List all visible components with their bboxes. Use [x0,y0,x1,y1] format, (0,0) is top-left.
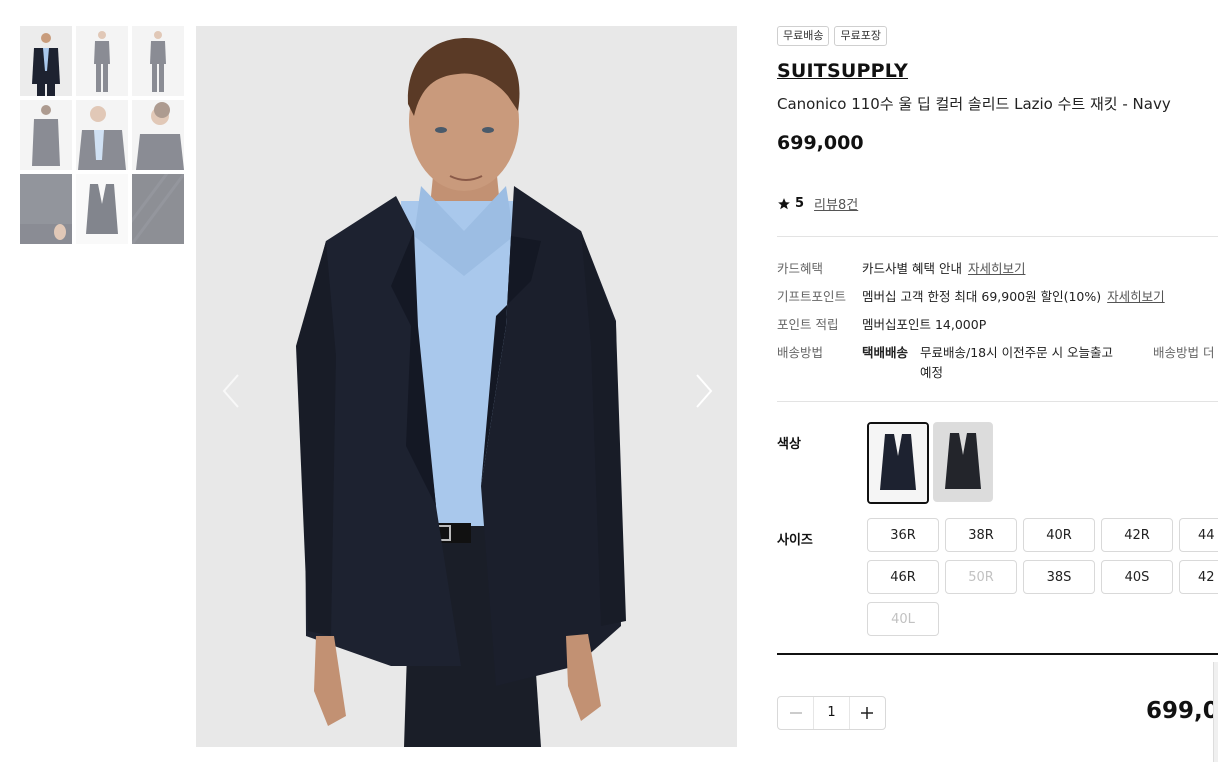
thumbnail-6[interactable] [132,100,184,170]
color-option-charcoal[interactable] [933,422,993,502]
thumbnail-7[interactable] [20,174,72,244]
thumbnail-5[interactable] [76,100,128,170]
size-42R[interactable]: 42R [1101,518,1173,552]
divider [777,401,1218,402]
thumbnail-9[interactable] [132,174,184,244]
size-36R[interactable]: 36R [867,518,939,552]
card-benefit-value-wrap: 카드사별 혜택 안내 자세히보기 [862,258,1025,277]
review-count-link[interactable]: 리뷰8건 [814,194,858,213]
star-icon [778,197,790,209]
quantity-stepper: 1 [777,696,886,730]
gift-point-detail-link[interactable]: 자세히보기 [1107,289,1165,304]
point-earn-label: 포인트 적립 [777,317,839,332]
card-benefit-detail-link[interactable]: 자세히보기 [968,261,1026,276]
model-photo [196,26,737,747]
plus-icon [861,707,874,719]
rating: 5 리뷰8건 [777,194,858,213]
gift-point-label: 기프트포인트 [777,289,847,304]
next-image-button[interactable] [689,371,719,411]
size-38R[interactable]: 38R [945,518,1017,552]
free-shipping-badge: 무료배송 [777,26,830,46]
point-earn-value: 멤버십포인트 14,000P [862,317,987,332]
thumbnail-1[interactable] [20,26,72,96]
thumbnail-3[interactable] [132,26,184,96]
total-price: 699,00 [1146,698,1218,724]
shipping-label: 배송방법 [777,345,824,360]
shipping-info-line1: 무료배송/18시 이전주문 시 오늘출고 [920,345,1114,360]
thumbnail-2[interactable] [76,26,128,96]
card-benefit-value: 카드사별 혜택 안내 [862,261,962,276]
rating-score: 5 [795,196,805,211]
gift-point-value-wrap: 멤버십 고객 한정 최대 69,900원 할인(10%) 자세히보기 [862,286,1165,305]
prev-image-button[interactable] [216,371,246,411]
brand-link[interactable]: SUITSUPPLY [777,60,908,82]
chevron-right-icon [696,374,713,408]
divider [777,653,1218,655]
product-title: Canonico 110수 울 딥 컬러 솔리드 Lazio 수트 재킷 - N… [777,95,1171,113]
increase-quantity-button[interactable] [850,697,885,729]
divider [777,236,1218,237]
card-benefit-label: 카드혜택 [777,261,824,276]
product-main-image [196,26,737,747]
size-50R[interactable]: 50R [945,560,1017,594]
charcoal-jacket-swatch [934,423,992,501]
product-price: 699,000 [777,132,864,154]
color-label: 색상 [777,437,801,452]
size-label: 사이즈 [777,533,813,548]
chevron-left-icon [222,374,239,408]
size-38S[interactable]: 38S [1023,560,1095,594]
gift-point-value: 멤버십 고객 한정 최대 69,900원 할인(10%) [862,289,1102,304]
size-40S[interactable]: 40S [1101,560,1173,594]
thumbnail-8[interactable] [76,174,128,244]
scrollbar[interactable] [1213,662,1218,762]
navy-jacket-swatch [869,424,927,502]
size-46R[interactable]: 46R [867,560,939,594]
shipping-info-line2: 예정 [920,365,944,380]
shipping-method: 택배배송 [862,345,909,360]
minus-icon [789,712,802,714]
size-42[interactable]: 42 [1179,560,1218,594]
badge-list: 무료배송 무료포장 [777,26,1218,46]
quantity-value[interactable]: 1 [813,697,850,729]
decrease-quantity-button[interactable] [778,697,813,729]
color-option-navy[interactable] [867,422,929,504]
size-40R[interactable]: 40R [1023,518,1095,552]
shipping-more-link[interactable]: 배송방법 더 [1153,342,1214,361]
size-40L[interactable]: 40L [867,602,939,636]
product-info: 무료배송 무료포장 SUITSUPPLY Canonico 110수 울 딥 컬… [777,26,1218,730]
size-44[interactable]: 44 [1179,518,1218,552]
free-wrapping-badge: 무료포장 [834,26,887,46]
thumbnail-4[interactable] [20,100,72,170]
